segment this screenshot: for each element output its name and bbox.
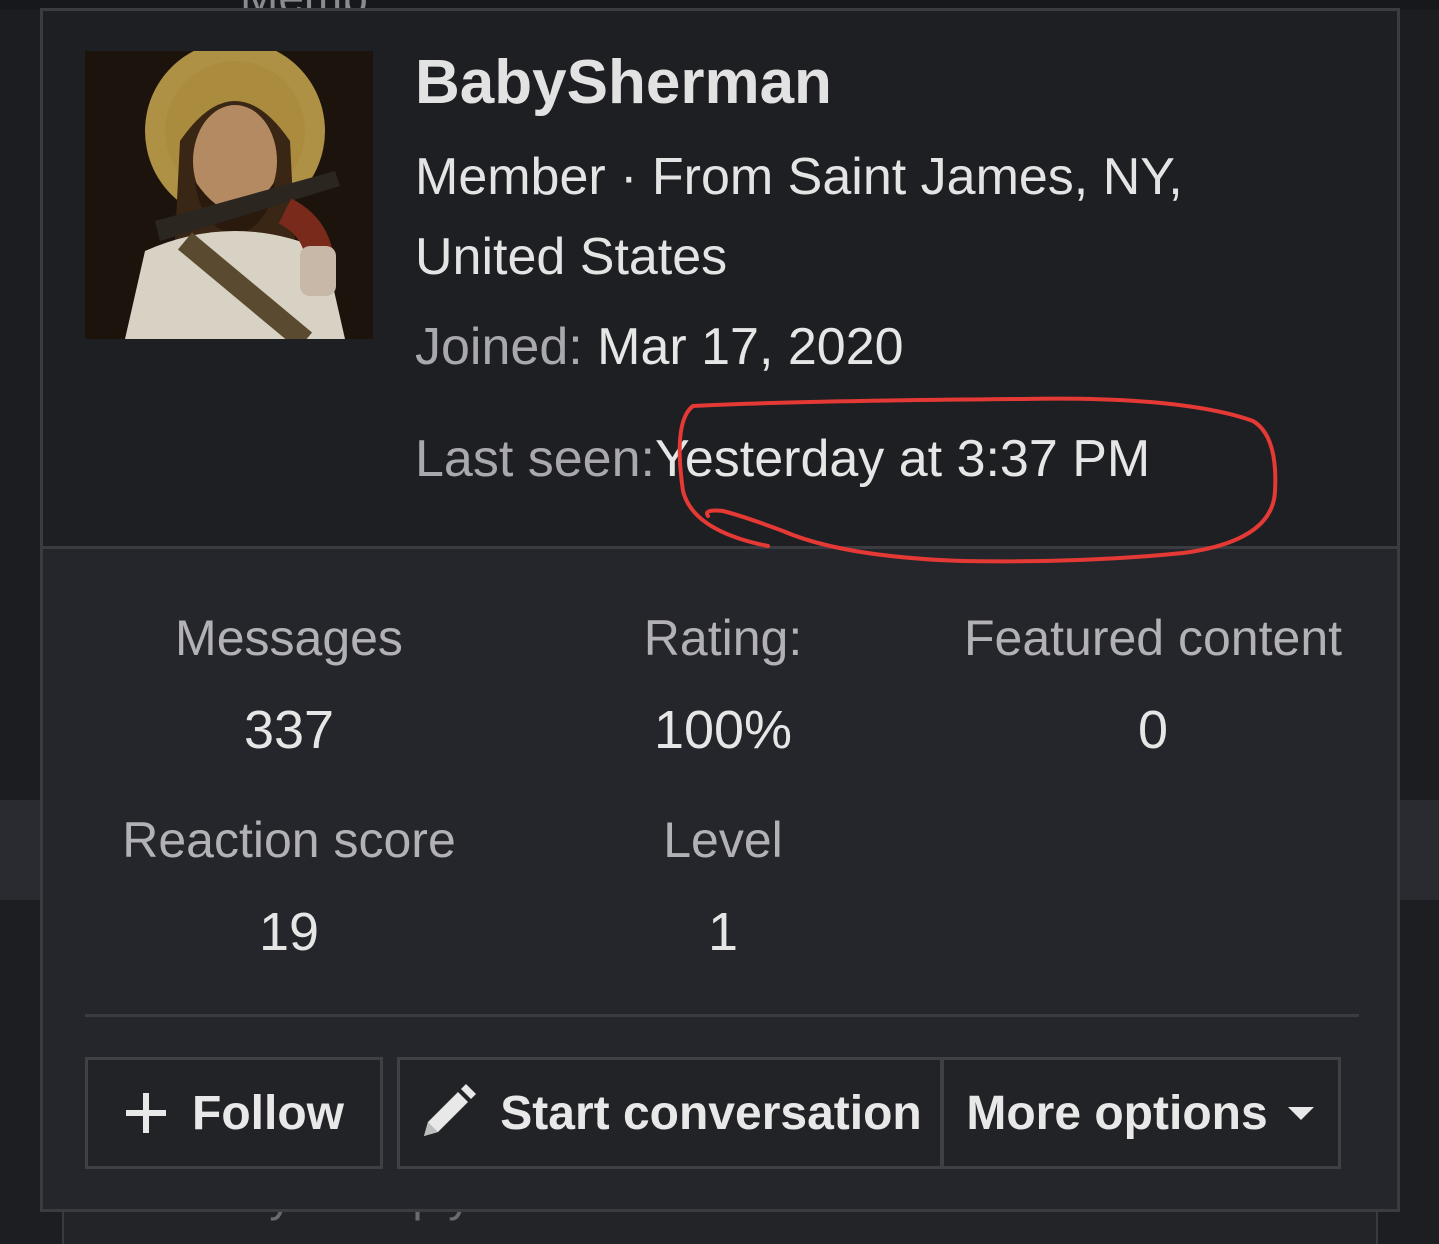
stat-level: Level 1	[573, 811, 873, 963]
caret-down-icon	[1286, 1104, 1316, 1122]
stat-messages-label: Messages	[175, 610, 403, 666]
more-options-button[interactable]: More options	[941, 1057, 1341, 1169]
joined-value: Mar 17, 2020	[597, 318, 904, 376]
stat-featured-content: Featured content 0	[943, 609, 1363, 761]
stat-level-label: Level	[663, 812, 783, 868]
member-header: BabySherman Member · From Saint James, N…	[43, 11, 1397, 549]
stat-rating-value: 100%	[653, 700, 793, 760]
last-seen-value: Yesterday at 3:37 PM	[654, 430, 1151, 488]
avatar-image	[85, 51, 373, 339]
joined-row: Joined: Mar 17, 2020	[415, 317, 904, 377]
stat-messages-value[interactable]: 337	[119, 699, 459, 761]
pencil-icon	[418, 1084, 477, 1142]
start-conversation-label: Start conversation	[500, 1086, 922, 1140]
start-conversation-button[interactable]: Start conversation	[397, 1057, 943, 1169]
more-options-label: More options	[966, 1086, 1268, 1140]
stat-reaction-value[interactable]: 19	[99, 901, 479, 963]
member-tooltip-card: BabySherman Member · From Saint James, N…	[40, 8, 1400, 1212]
stat-featured-value[interactable]: 0	[943, 699, 1363, 761]
username[interactable]: BabySherman	[415, 47, 832, 118]
stat-featured-label: Featured content	[963, 610, 1343, 666]
plus-icon	[124, 1091, 168, 1135]
follow-button[interactable]: Follow	[85, 1057, 383, 1169]
last-seen-label: Last seen:	[415, 430, 655, 488]
stat-rating: Rating: 100%	[573, 609, 873, 761]
member-title-location: Member · From Saint James, NY, United St…	[415, 148, 1183, 286]
last-seen-row: Last seen:Yesterday at 3:37 PM	[415, 429, 1150, 489]
stats-divider	[85, 1014, 1359, 1017]
stat-reaction-score: Reaction score 19	[99, 811, 479, 963]
stat-rating-label: Rating:	[643, 610, 803, 666]
avatar[interactable]	[85, 51, 373, 339]
follow-label: Follow	[192, 1086, 344, 1140]
stat-messages: Messages 337	[119, 609, 459, 761]
stat-reaction-label: Reaction score	[122, 812, 456, 868]
stat-level-value: 1	[707, 902, 739, 962]
joined-label: Joined:	[415, 318, 583, 376]
